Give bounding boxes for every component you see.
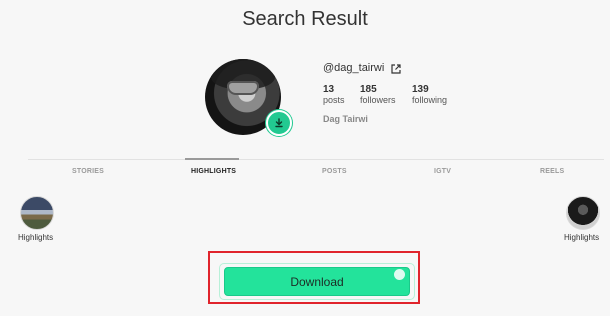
tab-igtv[interactable]: IGTV [434, 168, 451, 175]
tab-reels[interactable]: REELS [540, 168, 564, 175]
highlight-label: Highlights [18, 233, 54, 242]
stat-following: 139 following [412, 84, 447, 105]
stat-following-value: 139 [412, 84, 429, 95]
highlight-thumbnail[interactable] [566, 196, 600, 230]
active-tab-indicator [185, 158, 239, 160]
profile-username: @dag_tairwi [323, 62, 385, 74]
tab-posts[interactable]: POSTS [322, 168, 347, 175]
stat-followers: 185 followers [360, 84, 396, 105]
download-icon [275, 118, 283, 128]
highlight-label: Highlights [564, 233, 600, 242]
grid-icon [394, 269, 405, 280]
profile-full-name: Dag Tairwi [323, 114, 368, 124]
download-avatar-button[interactable] [266, 110, 292, 136]
stat-followers-value: 185 [360, 84, 377, 95]
tabs-divider [28, 159, 604, 160]
highlight-thumbnail[interactable] [20, 196, 54, 230]
stat-posts: 13 posts [323, 84, 345, 105]
tab-stories[interactable]: STORIES [72, 168, 104, 175]
stat-following-label: following [412, 95, 448, 105]
stat-followers-label: followers [360, 95, 396, 105]
external-link-icon[interactable] [390, 62, 402, 74]
stat-posts-label: posts [323, 95, 345, 105]
tab-highlights[interactable]: HIGHLIGHTS [191, 168, 236, 175]
stat-posts-value: 13 [323, 84, 335, 95]
download-button[interactable]: Download [224, 267, 410, 296]
page-title: Search Result [242, 8, 368, 30]
avatar-mask-shape [227, 81, 259, 95]
